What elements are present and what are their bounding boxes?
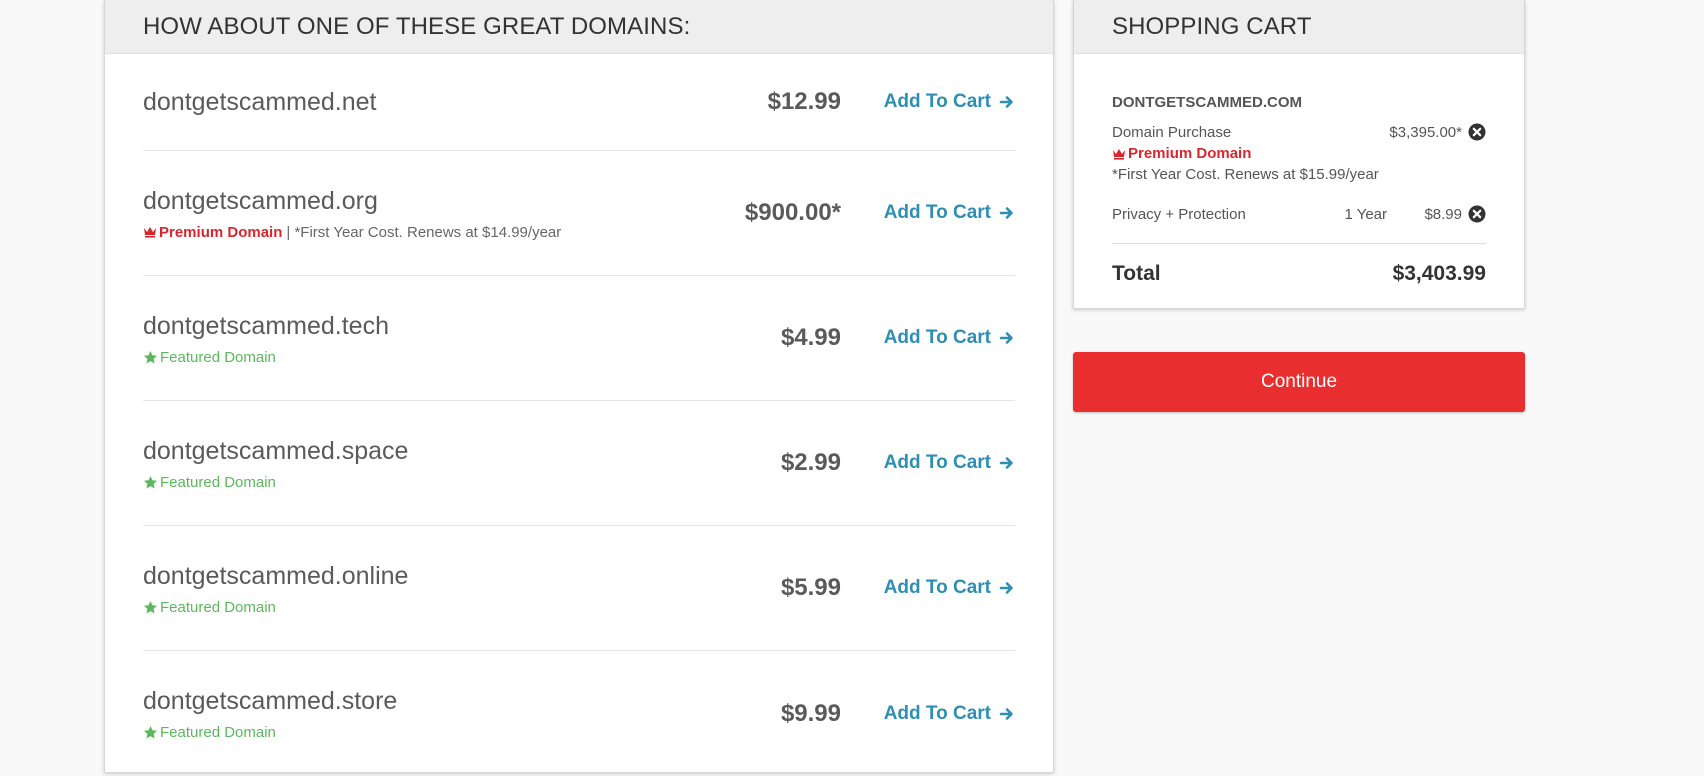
- cart-line-domain-purchase: Domain Purchase $3,395.00*: [1112, 123, 1486, 141]
- add-to-cart-link[interactable]: Add To Cart: [884, 577, 1015, 599]
- domain-price: $5.99: [780, 574, 841, 601]
- cart-title: SHOPPING CART: [1112, 12, 1312, 40]
- add-to-cart-label: Add To Cart: [883, 202, 991, 223]
- arrow-right-circle-icon: [999, 330, 1015, 346]
- cart-body: DONTGETSCAMMED.COM Domain Purchase $3,39…: [1074, 54, 1524, 308]
- add-to-cart-link[interactable]: Add To Cart: [884, 327, 1015, 349]
- domain-info: dontgetscammed.tech Featured Domain: [143, 311, 641, 366]
- domain-price: $4.99: [780, 324, 841, 351]
- domain-badge-line: Featured Domain: [143, 599, 641, 616]
- domain-purchase-label: Domain Purchase: [1112, 123, 1232, 141]
- add-to-cart-link[interactable]: Add To Cart: [884, 91, 1015, 113]
- cart-premium-badge: Premium Domain: [1112, 145, 1486, 162]
- renewal-note: | *First Year Cost. Renews at $14.99/yea…: [286, 223, 562, 241]
- star-icon: [143, 725, 158, 740]
- privacy-term: 1 Year: [1344, 205, 1387, 223]
- featured-domain-badge: Featured Domain: [143, 724, 276, 741]
- domain-list: dontgetscammed.net $12.99 Add To Cart dontg…: [143, 54, 1015, 776]
- domain-badge-line: Featured Domain: [143, 474, 641, 491]
- domain-name: dontgetscammed.net: [143, 88, 377, 116]
- add-to-cart-label: Add To Cart: [883, 327, 991, 348]
- add-to-cart-link[interactable]: Add To Cart: [884, 452, 1015, 474]
- add-to-cart-link[interactable]: Add To Cart: [884, 202, 1015, 224]
- arrow-right-circle-icon: [999, 94, 1015, 110]
- add-to-cart-label: Add To Cart: [883, 452, 991, 473]
- add-to-cart-label: Add To Cart: [883, 577, 991, 598]
- arrow-right-circle-icon: [999, 455, 1015, 471]
- arrow-right-circle-icon: [999, 706, 1015, 722]
- domain-row: dontgetscammed.tech Featured Domain $4.99 A…: [143, 276, 1015, 401]
- featured-badge-label: Featured Domain: [160, 598, 276, 616]
- domain-price: $9.99: [780, 699, 841, 727]
- star-icon: [143, 600, 158, 615]
- cart-total: Total $3,403.99: [1112, 262, 1486, 286]
- domain-row: dontgetscammed.store Featured Domain $9.99…: [143, 651, 1015, 776]
- cart-line-privacy: Privacy + Protection 1 Year $8.99: [1112, 205, 1486, 223]
- cart-header: SHOPPING CART: [1074, 0, 1524, 54]
- domain-row: dontgetscammed.org Premium Domain | *First…: [143, 151, 1015, 276]
- featured-badge-label: Featured Domain: [160, 348, 276, 366]
- domain-info: dontgetscammed.space Featured Domain: [143, 436, 641, 491]
- cart-renew-note: *First Year Cost. Renews at $15.99/year: [1112, 166, 1379, 183]
- domain-info: dontgetscammed.net: [143, 87, 641, 117]
- total-value: $3,403.99: [1392, 262, 1486, 285]
- domain-row: dontgetscammed.space Featured Domain $2.99…: [143, 401, 1015, 526]
- domain-price: $900.00*: [744, 199, 841, 226]
- domain-info: dontgetscammed.org Premium Domain | *First…: [143, 186, 641, 241]
- domain-badge-line: Featured Domain: [143, 724, 641, 741]
- domain-name: dontgetscammed.online: [143, 561, 409, 590]
- star-icon: [143, 350, 158, 365]
- domain-row: dontgetscammed.online Featured Domain $5.9…: [143, 526, 1015, 651]
- suggestions-header: HOW ABOUT ONE OF THESE GREAT DOMAINS:: [105, 0, 1053, 54]
- premium-badge-label: Premium Domain: [159, 223, 283, 241]
- add-to-cart-link[interactable]: Add To Cart: [884, 703, 1015, 725]
- privacy-price: $8.99: [1424, 205, 1462, 223]
- arrow-right-circle-icon: [999, 205, 1015, 221]
- continue-button[interactable]: Continue: [1073, 352, 1525, 412]
- domain-badge-line: Premium Domain | *First Year Cost. Renews…: [143, 224, 641, 241]
- arrow-right-circle-icon: [999, 580, 1015, 596]
- featured-badge-label: Featured Domain: [160, 473, 276, 491]
- crown-icon: [1112, 148, 1126, 160]
- add-to-cart-label: Add To Cart: [883, 702, 991, 724]
- featured-domain-badge: Featured Domain: [143, 349, 276, 366]
- featured-domain-badge: Featured Domain: [143, 599, 276, 616]
- featured-domain-badge: Featured Domain: [143, 474, 276, 491]
- privacy-label: Privacy + Protection: [1112, 205, 1246, 223]
- domain-price: $2.99: [780, 449, 841, 476]
- cart-domain-name: DONTGETSCAMMED.COM: [1112, 94, 1302, 111]
- domain-badge-line: Featured Domain: [143, 349, 641, 366]
- domain-name: dontgetscammed.org: [143, 186, 378, 215]
- star-icon: [143, 475, 158, 490]
- domain-purchase-price: $3,395.00*: [1389, 123, 1462, 141]
- domain-row: dontgetscammed.net $12.99 Add To Cart: [143, 54, 1015, 151]
- shopping-cart-panel: SHOPPING CART DONTGETSCAMMED.COM Domain …: [1073, 0, 1525, 309]
- suggestions-title: HOW ABOUT ONE OF THESE GREAT DOMAINS:: [143, 12, 691, 40]
- cart-divider: [1112, 243, 1486, 244]
- domain-info: dontgetscammed.store Featured Domain: [143, 686, 641, 741]
- remove-privacy-icon[interactable]: [1468, 205, 1486, 223]
- domain-price: $12.99: [767, 88, 841, 115]
- domain-name: dontgetscammed.space: [143, 436, 409, 465]
- remove-domain-icon[interactable]: [1468, 123, 1486, 141]
- total-label: Total: [1112, 262, 1161, 285]
- cart-premium-label: Premium Domain: [1128, 145, 1252, 162]
- premium-domain-badge: Premium Domain: [143, 224, 282, 241]
- add-to-cart-label: Add To Cart: [883, 91, 991, 112]
- domain-name: dontgetscammed.tech: [143, 311, 389, 340]
- featured-badge-label: Featured Domain: [160, 724, 276, 741]
- domain-info: dontgetscammed.online Featured Domain: [143, 561, 641, 616]
- domain-suggestions-panel: HOW ABOUT ONE OF THESE GREAT DOMAINS: do…: [104, 0, 1054, 773]
- domain-name: dontgetscammed.store: [143, 687, 398, 715]
- crown-icon: [143, 226, 157, 238]
